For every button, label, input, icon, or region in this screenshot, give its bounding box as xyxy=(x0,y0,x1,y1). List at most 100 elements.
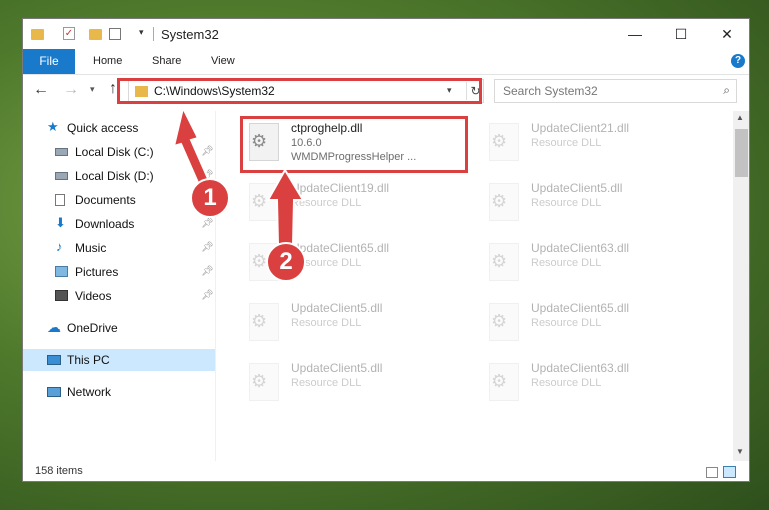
step-badge-1: 1 xyxy=(190,178,230,218)
file-tile[interactable]: ⚙ UpdateClient5.dll Resource DLL xyxy=(483,177,713,229)
sidebar-item-label: Videos xyxy=(75,289,112,303)
sidebar-item-downloads[interactable]: ⬇ Downloads 📌︎ xyxy=(23,213,215,235)
videos-icon xyxy=(55,290,68,301)
pin-icon[interactable]: 📌︎ xyxy=(201,141,214,163)
sidebar-item-onedrive[interactable]: ☁ OneDrive xyxy=(23,317,215,339)
sidebar-item-music[interactable]: ♪ Music 📌︎ xyxy=(23,237,215,259)
pictures-icon xyxy=(55,266,68,277)
sidebar-item-quick-access[interactable]: ★ Quick access xyxy=(23,117,215,139)
scroll-thumb[interactable] xyxy=(735,129,748,177)
customize-icon[interactable] xyxy=(109,28,121,40)
tab-home[interactable]: Home xyxy=(93,49,122,74)
maximize-button[interactable]: ☐ xyxy=(658,19,704,49)
file-name: UpdateClient5.dll xyxy=(291,361,383,375)
back-arrow-icon[interactable]: ← xyxy=(33,81,49,99)
file-name: UpdateClient65.dll xyxy=(291,241,390,255)
sidebar-item-label: Music xyxy=(75,241,107,255)
sidebar-item-label: Local Disk (D:) xyxy=(75,169,154,183)
search-box[interactable]: Search System32 ⌕ xyxy=(494,79,737,103)
close-button[interactable]: ✕ xyxy=(704,19,749,49)
folder-icon xyxy=(31,29,44,40)
help-icon[interactable]: ? xyxy=(731,54,745,68)
navigation-pane: ★ Quick access Local Disk (C:) 📌︎ Local … xyxy=(23,111,215,461)
file-tile[interactable]: ⚙ UpdateClient5.dll Resource DLL xyxy=(243,297,473,349)
file-description: Resource DLL xyxy=(531,197,602,209)
forward-arrow-icon[interactable]: → xyxy=(63,81,79,99)
file-tile[interactable]: ⚙ UpdateClient65.dll Resource DLL xyxy=(483,297,713,349)
sidebar-item-label: Local Disk (C:) xyxy=(75,145,154,159)
search-input[interactable]: Search System32 xyxy=(503,84,598,98)
search-icon[interactable]: ⌕ xyxy=(723,83,730,98)
vertical-scrollbar[interactable]: ▲ ▼ xyxy=(733,111,749,461)
sidebar-item-label: This PC xyxy=(67,353,110,367)
computer-icon xyxy=(47,355,61,365)
tab-share[interactable]: Share xyxy=(152,49,181,74)
pin-icon[interactable]: 📌︎ xyxy=(201,285,214,307)
gear-icon: ⚙ xyxy=(491,311,508,331)
file-highlight-box xyxy=(240,116,468,173)
tab-view[interactable]: View xyxy=(211,49,235,74)
pin-icon[interactable]: 📌︎ xyxy=(201,237,214,259)
details-view-icon[interactable] xyxy=(706,467,718,478)
scroll-down-icon[interactable]: ▼ xyxy=(736,447,744,456)
properties-check-icon[interactable]: ✓ xyxy=(63,27,75,40)
gear-icon: ⚙ xyxy=(251,371,268,391)
item-count: 158 items xyxy=(35,465,83,477)
sidebar-item-videos[interactable]: Videos 📌︎ xyxy=(23,285,215,307)
file-tile[interactable]: ⚙ UpdateClient5.dll Resource DLL xyxy=(243,357,473,409)
sidebar-item-pictures[interactable]: Pictures 📌︎ xyxy=(23,261,215,283)
new-folder-icon[interactable] xyxy=(89,29,102,40)
file-name: UpdateClient63.dll xyxy=(531,241,630,255)
title-separator xyxy=(153,27,154,41)
ribbon-tabs: File Home Share View ? xyxy=(23,49,749,75)
quick-access-dropdown-icon[interactable]: ▾ xyxy=(139,27,144,43)
file-description: Resource DLL xyxy=(531,137,602,149)
tiles-view-icon[interactable] xyxy=(723,466,736,478)
file-description: Resource DLL xyxy=(291,197,362,209)
file-name: UpdateClient19.dll xyxy=(291,181,390,195)
step-badge-2: 2 xyxy=(266,242,306,282)
download-icon: ⬇ xyxy=(55,215,66,230)
file-name: UpdateClient63.dll xyxy=(531,361,630,375)
sidebar-item-label: Documents xyxy=(75,193,136,207)
pane-splitter[interactable] xyxy=(215,111,216,461)
gear-icon: ⚙ xyxy=(251,191,268,211)
file-tile[interactable]: ⚙ UpdateClient19.dll Resource DLL xyxy=(243,177,473,229)
sidebar-item-label: Downloads xyxy=(75,217,135,231)
sidebar-item-documents[interactable]: Documents 📌︎ xyxy=(23,189,215,211)
file-tile[interactable]: ⚙ UpdateClient63.dll Resource DLL xyxy=(483,357,713,409)
star-icon: ★ xyxy=(47,119,59,134)
scroll-up-icon[interactable]: ▲ xyxy=(736,113,744,122)
sidebar-item-this-pc[interactable]: This PC xyxy=(23,349,215,371)
tab-file[interactable]: File xyxy=(23,49,75,74)
file-description: Resource DLL xyxy=(531,317,602,329)
minimize-button[interactable]: — xyxy=(612,19,658,49)
file-name: UpdateClient65.dll xyxy=(531,301,630,315)
file-tile[interactable]: ⚙ UpdateClient21.dll Resource DLL xyxy=(483,117,713,169)
music-icon: ♪ xyxy=(56,239,63,254)
file-description: Resource DLL xyxy=(531,377,602,389)
gear-icon: ⚙ xyxy=(251,251,268,271)
drive-icon xyxy=(55,148,68,156)
sidebar-item-local-disk-d[interactable]: Local Disk (D:) 📌︎ xyxy=(23,165,215,187)
file-description: Resource DLL xyxy=(531,257,602,269)
file-tile[interactable]: ⚙ UpdateClient63.dll Resource DLL xyxy=(483,237,713,289)
sidebar-item-network[interactable]: Network xyxy=(23,381,215,403)
gear-icon: ⚙ xyxy=(491,191,508,211)
file-description: Resource DLL xyxy=(291,317,362,329)
up-arrow-icon[interactable]: ↑ xyxy=(109,80,117,98)
sidebar-item-label: OneDrive xyxy=(67,321,118,335)
network-icon xyxy=(47,387,61,397)
title-bar: ✓ ▾ System32 — ☐ ✕ xyxy=(23,19,749,49)
file-name: UpdateClient21.dll xyxy=(531,121,630,135)
pin-icon[interactable]: 📌︎ xyxy=(201,261,214,283)
file-name: UpdateClient5.dll xyxy=(291,301,383,315)
window-title: System32 xyxy=(161,27,219,42)
sidebar-item-local-disk-c[interactable]: Local Disk (C:) 📌︎ xyxy=(23,141,215,163)
sidebar-item-label: Pictures xyxy=(75,265,119,279)
recent-locations-icon[interactable]: ▾ xyxy=(90,84,95,95)
sidebar-item-label: Network xyxy=(67,385,112,399)
documents-icon xyxy=(55,194,65,206)
status-bar: 158 items xyxy=(23,461,749,481)
sidebar-item-label: Quick access xyxy=(67,121,139,135)
